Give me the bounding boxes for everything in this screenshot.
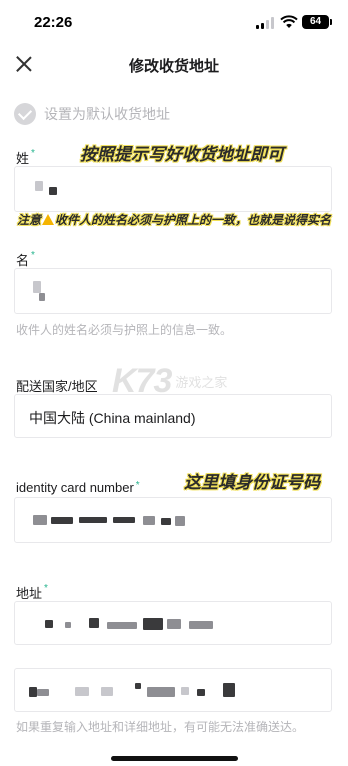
required-mark: * — [135, 480, 140, 491]
annotation-note-text: 收件人的姓名必须与护照上的一致，也就是说得实名 — [55, 213, 332, 227]
required-mark: * — [44, 583, 48, 594]
signal-icon — [256, 17, 276, 29]
required-mark: * — [31, 250, 35, 261]
battery-level: 64 — [309, 16, 322, 27]
annotation-name-tip: 按照提示写好收货地址即可 — [80, 145, 284, 164]
annotation-note-prefix: 注意 — [16, 213, 41, 227]
country-select[interactable]: 中国大陆 (China mainland) — [14, 394, 332, 438]
battery-cap — [330, 19, 332, 25]
default-address-toggle[interactable]: 设置为默认收货地址 — [14, 103, 170, 125]
status-bar: 22:26 64 — [0, 0, 348, 48]
warning-icon — [42, 214, 54, 225]
status-time: 22:26 — [34, 14, 73, 31]
page-title: 修改收货地址 — [128, 58, 219, 75]
default-address-label: 设置为默认收货地址 — [44, 106, 170, 122]
address-label-text: 地址 — [16, 586, 43, 601]
given-name-label: 名 * — [16, 250, 35, 269]
address-detail-input[interactable] — [14, 668, 332, 712]
address-input[interactable] — [14, 601, 332, 645]
given-name-input[interactable] — [14, 268, 332, 314]
given-name-label-text: 名 — [16, 253, 30, 268]
annotation-id-tip: 这里填身份证号码 — [184, 473, 320, 492]
watermark-text: 游戏之家 — [175, 375, 228, 390]
id-number-label-text: identity card number — [16, 480, 134, 495]
annotation-name-note: 注意 收件人的姓名必须与护照上的一致，也就是说得实名 — [8, 212, 340, 228]
home-indicator[interactable] — [111, 756, 238, 761]
address-hint: 如果重复输入地址和详细地址，有可能无法准确送达。 — [16, 720, 305, 734]
id-number-input[interactable] — [14, 497, 332, 543]
surname-label: 姓 * — [16, 148, 35, 167]
surname-input[interactable] — [14, 166, 332, 212]
battery-icon: 64 — [302, 15, 329, 29]
check-icon[interactable] — [14, 103, 36, 125]
required-mark: * — [31, 148, 35, 159]
surname-label-text: 姓 — [16, 151, 30, 166]
id-number-label: identity card number * — [16, 480, 140, 495]
country-value: 中国大陆 (China mainland) — [29, 410, 196, 426]
wifi-icon — [280, 15, 298, 28]
country-label: 配送国家/地区 — [16, 379, 98, 394]
address-label: 地址 * — [16, 583, 48, 602]
given-name-hint: 收件人的姓名必须与护照上的信息一致。 — [16, 323, 233, 337]
